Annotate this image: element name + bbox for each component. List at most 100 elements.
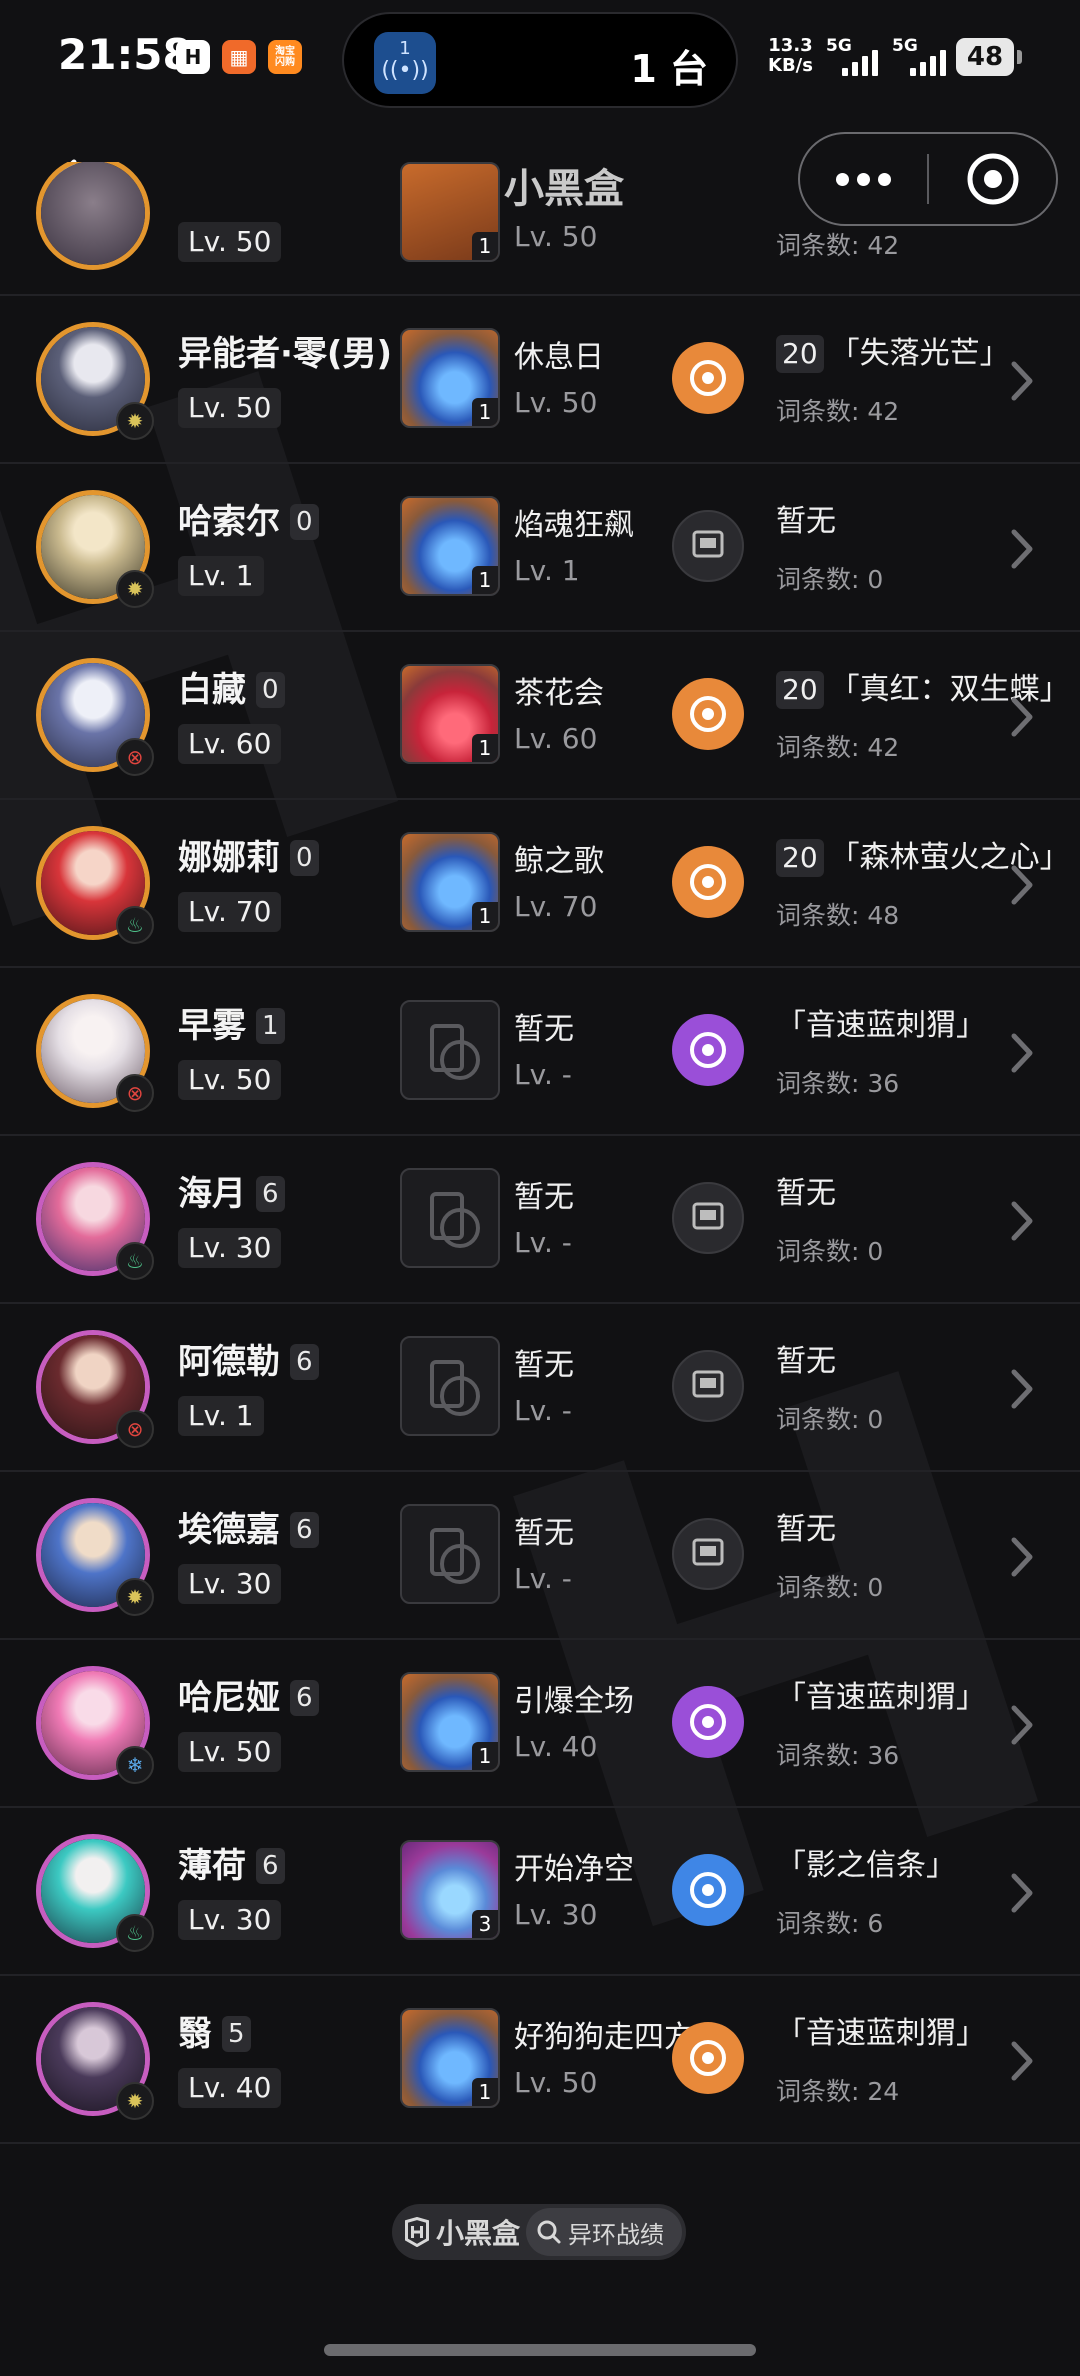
imaginary-element-icon: ✹ [116,570,154,608]
taobao-app-icon: 淘宝 闪购 [268,40,302,74]
character-row[interactable]: ♨ 海月 6 Lv. 30 暂无 Lv. - 暂无 词条数: 0 [0,1136,1080,1304]
dynamic-island[interactable]: 1 ((•)) 1 台 [342,12,738,108]
relic-substat-count: 词条数: 0 [776,1573,884,1602]
empty-relic-icon [672,510,744,582]
character-name: 白藏 0 [178,662,285,711]
light-cone-name: 好狗狗走四方 [514,2020,694,2055]
app-grid-icon: ▦ [222,40,256,74]
relic-substat-count: 词条数: 42 [776,397,900,426]
relic-level-badge: 20 [776,839,824,877]
character-row[interactable]: ✹ 哈索尔 0 Lv. 1 1 焰魂狂飙 Lv. 1 暂无 词条数: 0 [0,464,1080,632]
footer-brand-pill[interactable]: 小黑盒 异环战绩 [392,2204,686,2260]
superimpose-badge: 1 [472,566,498,594]
light-cone-name: 焰魂狂飙 [514,508,634,543]
wind-element-icon: ♨ [116,1914,154,1952]
eidolon-badge: 0 [290,840,319,876]
character-level: Lv. 30 [178,1900,282,1940]
superimpose-badge: 1 [472,398,498,426]
eidolon-badge: 6 [256,1176,285,1212]
imaginary-element-icon: ✹ [116,1578,154,1616]
relic-substat-count: 词条数: 36 [776,1741,900,1770]
chevron-right-icon[interactable] [1004,1532,1040,1582]
character-row[interactable]: ✹ 翳5 Lv. 40 1 好狗狗走四方 Lv. 50 「音速蓝刺猬」 词条数:… [0,1976,1080,2144]
heybox-app-icon: H [176,40,210,74]
light-cone-icon: 1 [400,1672,500,1772]
relic-substat-count: 词条数: 0 [776,565,884,594]
imaginary-element-icon: ✹ [116,2082,154,2120]
character-row[interactable]: ⊗ 白藏 0 Lv. 60 1 茶花会 Lv. 60 20 「真红：双生蝶」 词条数… [0,632,1080,800]
character-row[interactable]: ✹ 埃德嘉 6 Lv. 30 暂无 Lv. - 暂无 词条数: 0 [0,1472,1080,1640]
relic-level-badge: 20 [776,335,824,373]
light-cone-icon: 1 [400,496,500,596]
character-level: Lv. 50 [178,222,282,262]
imaginary-element-icon: ✹ [116,402,154,440]
home-indicator[interactable] [324,2344,756,2356]
chevron-right-icon[interactable] [1004,356,1040,406]
light-cone-icon: 3 [400,1840,500,1940]
relic-set-icon [672,1014,744,1086]
relic-substat-count: 词条数: 0 [776,1237,884,1266]
character-row[interactable]: ✹ 异能者·零(男) Lv. 50 1 休息日 Lv. 50 20 「失落光芒」 … [0,296,1080,464]
relic-set-name: 「音速蓝刺猬」 [776,1680,986,1715]
eidolon-badge: 6 [290,1512,319,1548]
character-level: Lv. 50 [178,388,282,428]
empty-relic-icon [672,1518,744,1590]
chevron-right-icon[interactable] [1004,860,1040,910]
superimpose-badge: 3 [472,1910,498,1938]
character-level: Lv. 70 [178,892,282,932]
empty-light-cone-icon [400,1000,500,1100]
light-cone-name: 暂无 [514,1516,574,1551]
character-row[interactable]: ♨ 薄荷 6 Lv. 30 3 开始净空 Lv. 30 「影之信条」 词条数: 6 [0,1808,1080,1976]
relic-set-icon [672,2022,744,2094]
relic-set-icon [672,678,744,750]
character-name: 早雾 1 [178,998,285,1047]
eidolon-badge: 0 [290,504,319,540]
light-cone-level: Lv. 50 [514,220,598,253]
character-name: 翳5 [178,2006,251,2055]
character-name: 异能者·零(男) [178,334,392,374]
chevron-right-icon[interactable] [1004,1700,1040,1750]
superimpose-badge: 1 [472,2078,498,2106]
light-cone-icon: 1 [400,162,500,262]
empty-relic-icon [672,1182,744,1254]
light-cone-name: 茶花会 [514,676,604,711]
relic-set-icon [672,846,744,918]
chevron-right-icon[interactable] [1004,692,1040,742]
fire-element-icon: ⊗ [116,738,154,776]
eidolon-badge: 1 [256,1008,285,1044]
character-name: 海月 6 [178,1166,285,1215]
character-row[interactable]: ♨ 娜娜莉 0 Lv. 70 1 鲸之歌 Lv. 70 20 「森林萤火之心」 词条… [0,800,1080,968]
character-name: 娜娜莉 0 [178,830,319,879]
chevron-right-icon[interactable] [1004,1196,1040,1246]
light-cone-name: 暂无 [514,1012,574,1047]
light-cone-icon: 1 [400,664,500,764]
character-row[interactable]: ⊗ 早雾 1 Lv. 50 暂无 Lv. - 「音速蓝刺猬」 词条数: 36 [0,968,1080,1136]
chevron-right-icon[interactable] [1004,524,1040,574]
chevron-right-icon[interactable] [1004,1028,1040,1078]
relic-substat-count: 词条数: 42 [776,231,900,260]
wind-element-icon: ♨ [116,1242,154,1280]
relic-set-name: 暂无 [776,1512,836,1547]
character-row[interactable]: ⊗ 阿德勒 6 Lv. 1 暂无 Lv. - 暂无 词条数: 0 [0,1304,1080,1472]
relic-set-name: 「音速蓝刺猬」 [776,2016,986,2051]
character-level: Lv. 60 [178,724,282,764]
light-cone-level: Lv. 70 [514,890,598,923]
light-cone-icon: 1 [400,2008,500,2108]
relic-substat-count: 词条数: 48 [776,901,900,930]
character-level: Lv. 1 [178,556,264,596]
character-level: Lv. 50 [178,1060,282,1100]
footer-search-tag[interactable]: 异环战绩 [526,2208,682,2256]
island-label: 1 台 [630,47,708,91]
superimpose-badge: 1 [472,1742,498,1770]
chevron-right-icon[interactable] [1004,1868,1040,1918]
character-level: Lv. 30 [178,1228,282,1268]
light-cone-level: Lv. - [514,1394,572,1427]
wind-element-icon: ♨ [116,906,154,944]
superimpose-badge: 1 [472,902,498,930]
relic-set-icon [672,342,744,414]
chevron-right-icon[interactable] [1004,2036,1040,2086]
chevron-right-icon[interactable] [1004,1364,1040,1414]
character-row[interactable]: ❄ 哈尼娅 6 Lv. 50 1 引爆全场 Lv. 40 「音速蓝刺猬」 词条数:… [0,1640,1080,1808]
character-name: 哈尼娅 6 [178,1670,319,1719]
eidolon-badge: 6 [290,1680,319,1716]
